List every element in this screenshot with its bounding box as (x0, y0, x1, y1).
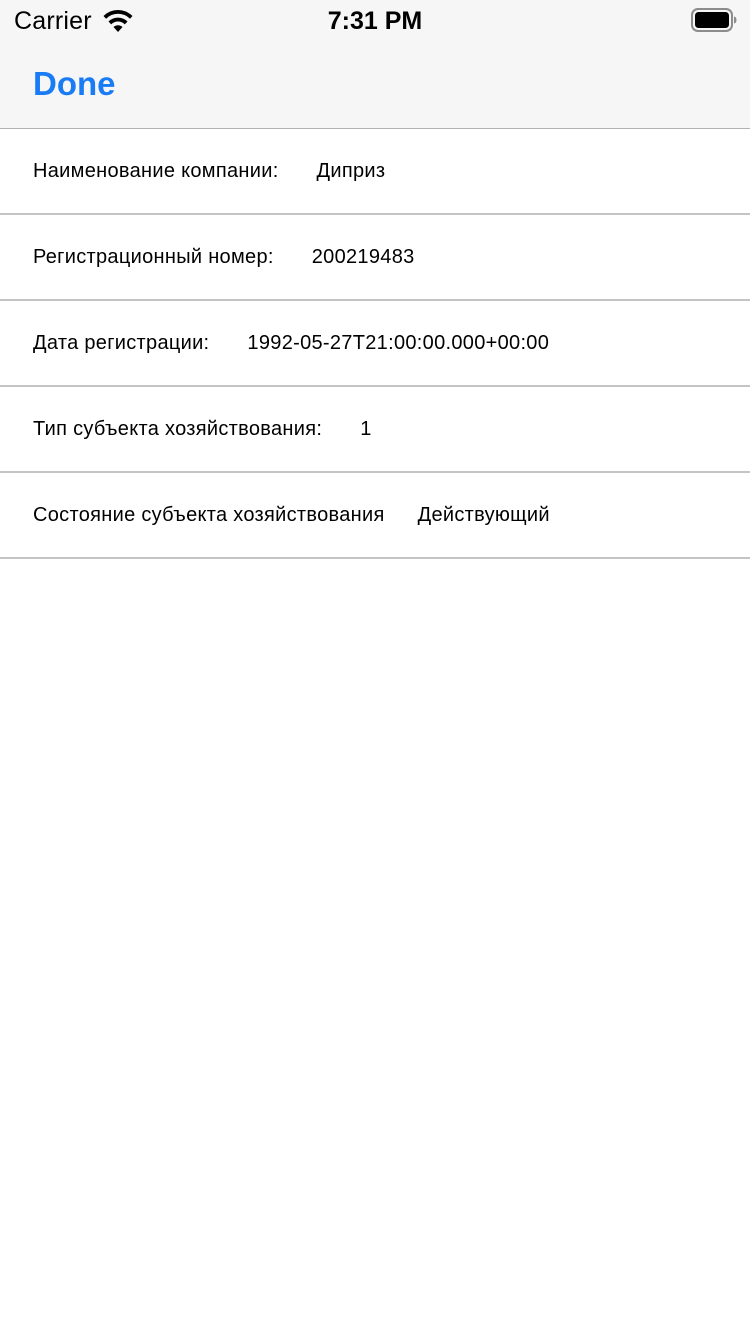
row-value: Диприз (316, 159, 386, 182)
row-registration-date: Дата регистрации: 1992-05-27T21:00:00.00… (0, 301, 750, 387)
row-value: 1 (360, 417, 372, 440)
navigation-bar: Done (0, 40, 750, 129)
status-time: 7:31 PM (327, 7, 423, 35)
row-label: Тип субъекта хозяйствования: (33, 417, 323, 440)
row-entity-status: Состояние субъекта хозяйствования Действ… (0, 473, 750, 559)
row-label: Регистрационный номер: (33, 245, 274, 268)
status-bar: Carrier 7:31 PM (0, 0, 750, 40)
row-value: Действующий (417, 503, 550, 526)
row-company-name: Наименование компании: Диприз (0, 129, 750, 215)
row-value: 1992-05-27T21:00:00.000+00:00 (247, 331, 550, 354)
row-label: Наименование компании: (33, 159, 279, 182)
battery-icon (691, 8, 737, 32)
row-entity-type: Тип субъекта хозяйствования: 1 (0, 387, 750, 473)
row-label: Состояние субъекта хозяйствования (33, 503, 385, 526)
company-details-list: Наименование компании: Диприз Регистраци… (0, 129, 750, 559)
done-button[interactable]: Done (33, 62, 116, 106)
row-value: 200219483 (311, 245, 415, 268)
row-label: Дата регистрации: (33, 331, 210, 354)
row-registration-number: Регистрационный номер: 200219483 (0, 215, 750, 301)
